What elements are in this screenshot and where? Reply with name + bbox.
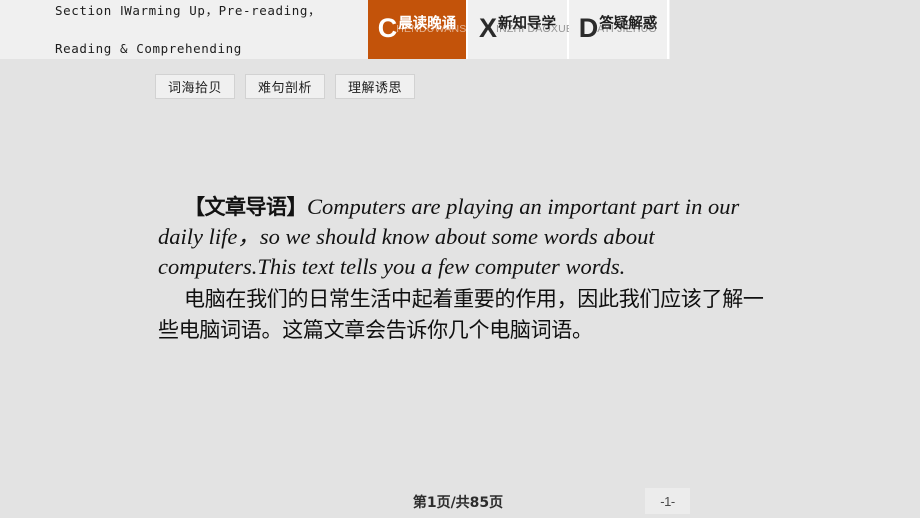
section-title-line1: Section Ⅰ Warming Up，Pre-reading， — [55, 1, 368, 20]
tab-dayi-jiehuo[interactable]: D 答疑解惑 AYI JIEHUO — [569, 0, 669, 59]
section-title: Section Ⅰ Warming Up，Pre-reading， Sectio… — [0, 0, 368, 59]
tab-chendu-wansong[interactable]: C 晨读晚诵 HENDUWANSONG — [368, 0, 491, 59]
tab-words: 答疑解惑 AYI JIEHUO — [597, 14, 657, 35]
tab-inner: D 答疑解惑 AYI JIEHUO — [579, 14, 658, 45]
header-bar: Section Ⅰ Warming Up，Pre-reading， Sectio… — [0, 0, 670, 59]
tab-xinzhi-daoxue[interactable]: X 新知导学 INZHI DAOXUE — [468, 0, 573, 59]
page-counter: 第1页/共85页 — [412, 495, 504, 511]
tab-pinyin-label: INZHI DAOXUE — [496, 23, 574, 35]
subtab-lijie-yousi[interactable]: 理解诱思 — [335, 74, 416, 99]
section-subtitle-line2: Reading & Comprehending — [55, 41, 242, 56]
lead-in-label: 【文章导语】 — [184, 195, 308, 219]
subtab-bar: 词海拾贝 难句剖析 理解诱思 — [155, 74, 416, 99]
tab-words: 晨读晚诵 HENDUWANSONG — [396, 14, 491, 35]
tab-inner: X 新知导学 INZHI DAOXUE — [478, 13, 573, 45]
subtab-nanju-pouxi[interactable]: 难句剖析 — [245, 74, 326, 99]
section-label: Section Ⅰ — [55, 3, 125, 18]
tab-inner: C 晨读晚诵 HENDUWANSONG — [377, 13, 491, 45]
tab-pinyin-label: AYI JIEHUO — [597, 23, 657, 35]
tab-initial-letter: D — [578, 13, 599, 43]
subtab-cihai-shibei[interactable]: 词海拾贝 — [155, 74, 236, 99]
chinese-translation: 电脑在我们的日常生活中起着重要的作用，因此我们应该了解一些电脑词语。这篇文章会告… — [158, 284, 774, 346]
tab-initial-letter: X — [478, 13, 497, 43]
section-subtitle-line1: Warming Up，Pre-reading， — [124, 3, 322, 18]
chinese-translation-text: 电脑在我们的日常生活中起着重要的作用，因此我们应该了解一些电脑词语。这篇文章会告… — [158, 287, 764, 342]
content-body: 【文章导语】Computers are playing an important… — [158, 192, 774, 346]
slide-root: Section Ⅰ Warming Up，Pre-reading， Sectio… — [0, 0, 920, 518]
tab-words: 新知导学 INZHI DAOXUE — [496, 14, 573, 35]
page-number-badge: -1- — [645, 488, 690, 514]
english-passage: 【文章导语】Computers are playing an important… — [158, 192, 774, 282]
section-title-line2: Section Ⅰ Reading & Comprehending — [55, 20, 368, 58]
tab-initial-letter: C — [377, 13, 398, 43]
